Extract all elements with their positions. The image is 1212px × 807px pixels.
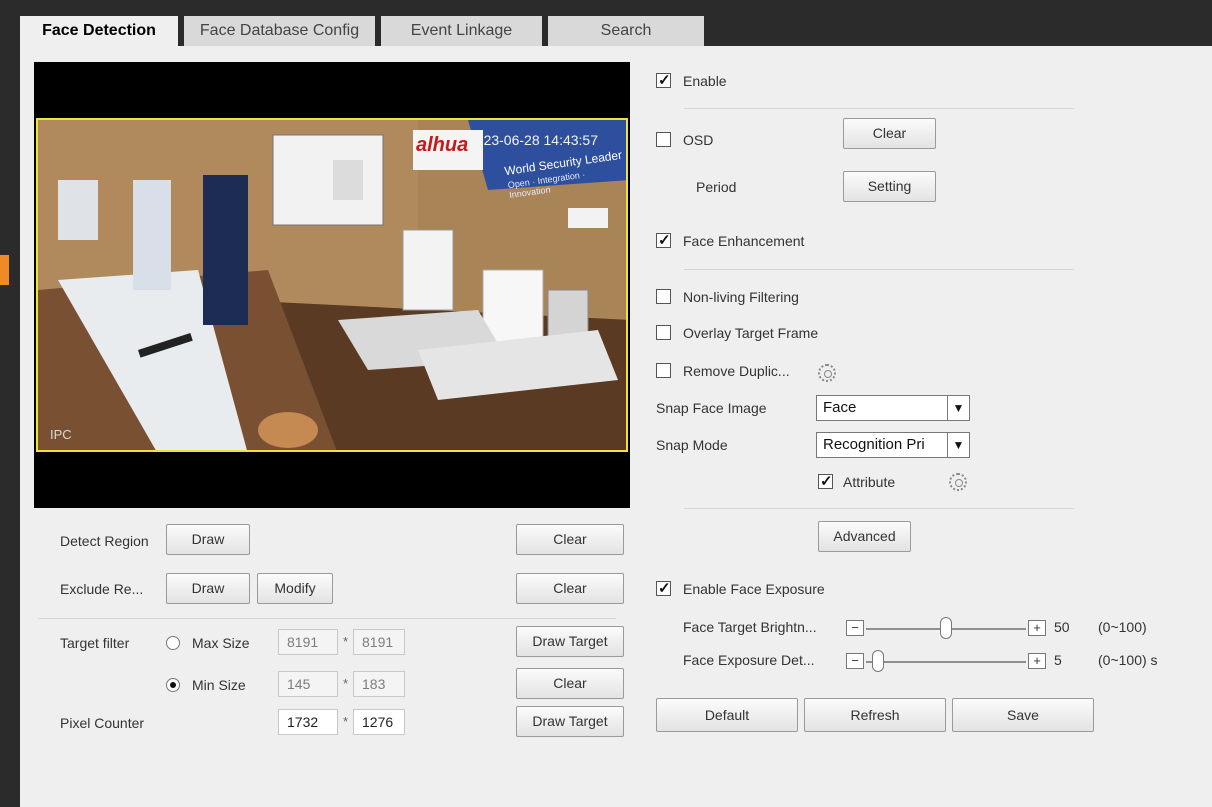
exposure-detect-range: (0~100) s [1098, 652, 1158, 668]
exposure-detect-slider-track[interactable] [866, 661, 1026, 663]
enable-label: Enable [683, 73, 727, 89]
max-size-label: Max Size [192, 635, 250, 651]
remove-duplicate-checkbox[interactable] [656, 363, 671, 378]
divider [38, 618, 616, 619]
min-size-width-field[interactable]: 145 [278, 671, 338, 697]
detect-region-label: Detect Region [60, 533, 149, 549]
brightness-range: (0~100) [1098, 619, 1147, 635]
tab-bar: Face Detection Face Database Config Even… [20, 10, 1212, 56]
osd-clear-button[interactable]: Clear [843, 118, 936, 149]
face-exposure-detect-label: Face Exposure Det... [683, 652, 815, 668]
face-enhancement-checkbox[interactable] [656, 231, 671, 249]
target-filter-label: Target filter [60, 635, 130, 651]
exclude-region-clear-button[interactable]: Clear [516, 573, 624, 604]
min-size-height-field[interactable]: 183 [353, 671, 405, 697]
enable-face-exposure-label: Enable Face Exposure [683, 581, 825, 597]
remove-duplicate-label: Remove Duplic... [683, 363, 790, 379]
tab-face-database-config[interactable]: Face Database Config [178, 16, 375, 48]
pixel-counter-draw-target-button[interactable]: Draw Target [516, 706, 624, 737]
brightness-value: 50 [1054, 619, 1070, 635]
exposure-detect-minus-button[interactable]: − [846, 653, 864, 669]
advanced-button[interactable]: Advanced [818, 521, 911, 552]
exposure-detect-plus-button[interactable]: + [1028, 653, 1046, 669]
snap-face-image-label: Snap Face Image [656, 400, 767, 416]
enable-face-exposure-checkbox[interactable] [656, 579, 671, 597]
period-setting-button[interactable]: Setting [843, 171, 936, 202]
detect-region-frame[interactable]: 2023-06-28 14:43:57 alhua World Security… [36, 118, 628, 452]
min-size-label: Min Size [192, 677, 246, 693]
detect-region-draw-button[interactable]: Draw [166, 524, 250, 555]
divider [684, 108, 1074, 109]
enable-checkbox[interactable] [656, 71, 671, 89]
max-size-separator: * [343, 634, 349, 649]
snap-mode-label: Snap Mode [656, 437, 728, 453]
video-preview[interactable]: 2023-06-28 14:43:57 alhua World Security… [34, 62, 630, 508]
osd-checkbox[interactable] [656, 132, 671, 147]
refresh-button[interactable]: Refresh [804, 698, 946, 732]
default-button[interactable]: Default [656, 698, 798, 732]
pixel-counter-width-field[interactable]: 1732 [278, 709, 338, 735]
pixel-counter-height-field[interactable]: 1276 [353, 709, 405, 735]
brightness-slider-knob[interactable] [940, 617, 952, 639]
exposure-detect-value: 5 [1054, 652, 1062, 668]
snap-mode-select[interactable]: Recognition Pri ▼ [816, 432, 970, 458]
brightness-plus-button[interactable]: + [1028, 620, 1046, 636]
snap-face-image-select[interactable]: Face ▼ [816, 395, 970, 421]
exposure-detect-slider-knob[interactable] [872, 650, 884, 672]
max-size-width-field[interactable]: 8191 [278, 629, 338, 655]
detect-region-clear-button[interactable]: Clear [516, 524, 624, 555]
period-label: Period [696, 179, 737, 195]
video-channel-label: IPC [50, 427, 72, 442]
non-living-filtering-checkbox[interactable] [656, 289, 671, 304]
overlay-target-frame-checkbox[interactable] [656, 325, 671, 340]
osd-label: OSD [683, 132, 714, 148]
pixel-counter-label: Pixel Counter [60, 715, 145, 731]
max-draw-target-button[interactable]: Draw Target [516, 626, 624, 657]
max-size-radio[interactable] [166, 636, 180, 650]
exclude-region-draw-button[interactable]: Draw [166, 573, 250, 604]
exclude-region-label: Exclude Re... [60, 581, 144, 597]
attribute-label: Attribute [843, 474, 896, 490]
snap-face-image-value: Face [823, 399, 857, 416]
exclude-region-modify-button[interactable]: Modify [257, 573, 333, 604]
main-panel: 2023-06-28 14:43:57 alhua World Security… [20, 46, 1212, 807]
chevron-down-icon: ▼ [947, 433, 969, 457]
face-target-brightness-label: Face Target Brightn... [683, 619, 817, 635]
min-size-radio[interactable] [166, 678, 180, 692]
remove-duplicate-settings-gear-icon[interactable] [818, 364, 836, 382]
video-timestamp: 2023-06-28 14:43:57 [468, 132, 598, 148]
attribute-settings-gear-icon[interactable] [949, 473, 967, 491]
tab-event-linkage[interactable]: Event Linkage [375, 16, 542, 48]
face-enhancement-label: Face Enhancement [683, 233, 805, 249]
pixel-counter-separator: * [343, 714, 349, 729]
non-living-filtering-label: Non-living Filtering [683, 289, 799, 305]
snap-mode-value: Recognition Pri [823, 436, 925, 453]
left-nav-strip [0, 0, 9, 807]
brightness-minus-button[interactable]: − [846, 620, 864, 636]
nav-accent [0, 255, 9, 285]
chevron-down-icon: ▼ [947, 396, 969, 420]
min-size-clear-button[interactable]: Clear [516, 668, 624, 699]
max-size-height-field[interactable]: 8191 [353, 629, 405, 655]
attribute-checkbox[interactable] [818, 472, 833, 490]
divider [684, 269, 1074, 270]
overlay-target-frame-label: Overlay Target Frame [683, 325, 819, 341]
brand-logo: alhua [416, 134, 469, 156]
tab-search[interactable]: Search [542, 16, 704, 48]
min-size-separator: * [343, 676, 349, 691]
save-button[interactable]: Save [952, 698, 1094, 732]
divider [684, 508, 1074, 509]
